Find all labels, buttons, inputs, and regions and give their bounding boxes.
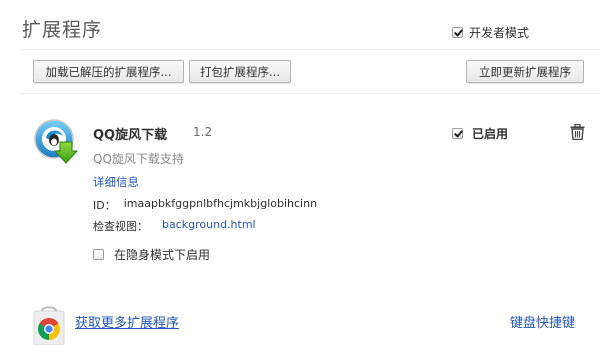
- extension-id-value: imaapbkfggpnlbfhcjmkbjglobihcinn: [123, 197, 318, 210]
- inspect-background-link[interactable]: background.html: [162, 218, 256, 234]
- enabled-checkbox[interactable]: [452, 128, 463, 139]
- extension-description: QQ旋风下载支持: [93, 152, 184, 166]
- enabled-toggle[interactable]: 已启用: [452, 125, 508, 142]
- update-extensions-button[interactable]: 立即更新扩展程序: [466, 60, 584, 83]
- extension-id-label: ID：: [93, 199, 116, 212]
- extension-details-link[interactable]: 详细信息: [93, 174, 139, 190]
- keyboard-shortcuts-link[interactable]: 键盘快捷键: [510, 312, 575, 331]
- extensions-page: 扩展程序 开发者模式 加载已解压的扩展程序... 打包扩展程序... 立即更新扩…: [0, 0, 600, 345]
- developer-mode-toggle[interactable]: 开发者模式: [452, 24, 529, 41]
- inspect-views-row: 检查视图： background.html: [93, 218, 256, 234]
- header-divider: [20, 49, 600, 50]
- load-unpacked-button[interactable]: 加载已解压的扩展程序...: [33, 60, 184, 83]
- developer-mode-checkbox[interactable]: [452, 27, 463, 38]
- incognito-toggle[interactable]: 在隐身模式下启用: [93, 246, 210, 263]
- extension-name: QQ旋风下载: [93, 128, 168, 143]
- chrome-web-store-icon: [33, 306, 65, 345]
- toolbar-divider: [20, 93, 600, 94]
- enabled-label: 已启用: [472, 127, 509, 141]
- pack-extension-button[interactable]: 打包扩展程序...: [189, 60, 291, 83]
- qq-whirlwind-download-icon: [34, 119, 79, 164]
- trash-icon[interactable]: [570, 124, 585, 140]
- incognito-checkbox[interactable]: [93, 249, 104, 260]
- extension-id-row: ID： imaapbkfggpnlbfhcjmkbjglobihcinn: [93, 197, 317, 213]
- page-title: 扩展程序: [22, 19, 103, 41]
- incognito-label: 在隐身模式下启用: [114, 248, 211, 262]
- developer-mode-label: 开发者模式: [469, 26, 530, 40]
- get-more-extensions-link[interactable]: 获取更多扩展程序: [75, 312, 179, 331]
- inspect-views-label: 检查视图：: [93, 220, 148, 233]
- extension-version: 1.2: [193, 125, 213, 139]
